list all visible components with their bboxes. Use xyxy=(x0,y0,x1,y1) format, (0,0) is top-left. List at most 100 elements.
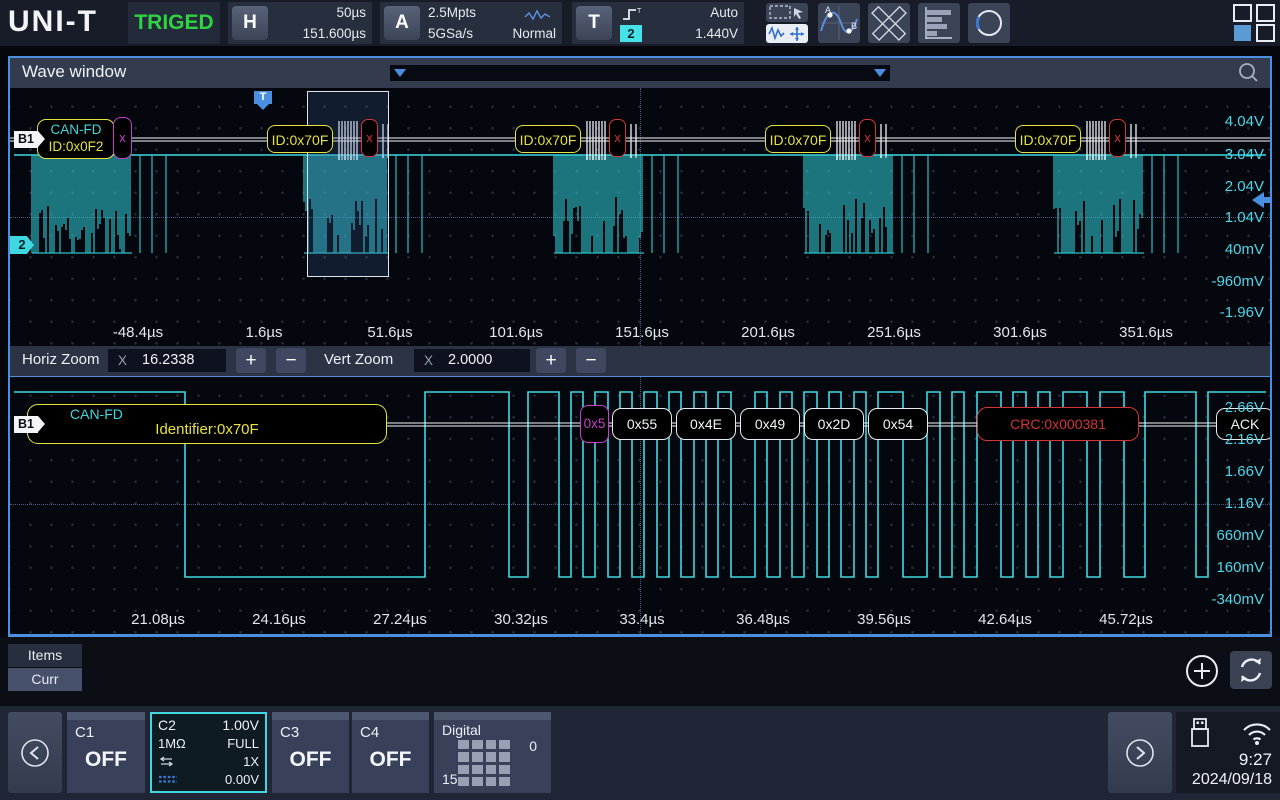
channel4-tile[interactable]: C4 OFF xyxy=(352,712,429,793)
vert-zoom-value: 2.0000 xyxy=(448,352,492,368)
trigger-button[interactable]: T xyxy=(576,6,612,40)
main-waveform-plot[interactable]: T B1 2 CAN-FD ID:0x0F2 x ID:0x70FxID:0x7… xyxy=(10,88,1270,346)
digital-channel-cell xyxy=(458,777,469,786)
vert-zoom-increase-button[interactable]: + xyxy=(536,348,566,373)
dropdown-arrow-icon xyxy=(394,69,406,77)
add-icon[interactable] xyxy=(1184,653,1220,689)
channel2-offset: 0.00V xyxy=(225,772,259,787)
zoom-waveform-plot[interactable]: B1 CAN-FD Identifier:0x70F 0x5 0x550x4E0… xyxy=(10,376,1270,635)
decode-error-flag: x xyxy=(1109,119,1126,157)
bandwidth-limit-icon xyxy=(158,775,178,784)
decode-identifier-frame: CAN-FD Identifier:0x70F xyxy=(27,404,387,444)
scroll-left-button[interactable] xyxy=(8,712,62,793)
bus1-badge: B1 xyxy=(14,416,38,433)
decode-frame-id: ID:0x70F xyxy=(267,125,333,153)
wave-window-header: Wave window xyxy=(10,58,1270,88)
channel-bar: C1 OFF C2 1.00V 1MΩ FULL 1X xyxy=(0,706,1280,800)
system-status-tile[interactable]: 9:27 2024/09/18 xyxy=(1176,712,1280,793)
digital-channel-cell xyxy=(499,752,510,761)
refresh-button[interactable] xyxy=(1230,651,1272,689)
zoom-region-indicator[interactable] xyxy=(307,91,389,277)
horiz-zoom-field[interactable]: X 16.2338 xyxy=(108,349,226,372)
decode-error-flag: x xyxy=(361,119,378,157)
wave-window: Wave window T B1 2 CAN-FD ID:0x0F2 xyxy=(8,56,1272,637)
time-scale-label: 21.08µs xyxy=(113,611,203,628)
channel1-tile[interactable]: C1 OFF xyxy=(67,712,145,793)
digital-channel-cell xyxy=(458,765,469,774)
voltage-scale-label: 2.04V xyxy=(1174,178,1264,195)
channel4-name: C4 xyxy=(360,724,379,741)
digital-channel-cell xyxy=(458,752,469,761)
zoom-out-icon[interactable] xyxy=(1236,61,1260,85)
channel1-name: C1 xyxy=(75,724,94,741)
digital-channel-cell xyxy=(458,740,469,749)
channel2-name: C2 xyxy=(158,717,176,733)
horizontal-button[interactable]: H xyxy=(232,6,268,40)
time-scale-label: 24.16µs xyxy=(234,611,324,628)
bus1-badge: B1 xyxy=(14,131,38,148)
statistics-tool[interactable] xyxy=(918,3,960,43)
time-scale-label: 351.6µs xyxy=(1101,324,1191,341)
window-layout-icon[interactable] xyxy=(1232,4,1276,42)
side-tabs: Items Curr xyxy=(8,644,82,692)
decode-frame-first: CAN-FD ID:0x0F2 xyxy=(37,119,115,159)
digital-tile[interactable]: Digital 0 15 xyxy=(434,712,551,793)
digital-channel-cell xyxy=(486,777,497,786)
time-scale-label: 201.6µs xyxy=(723,324,813,341)
acquire-mode-value: Normal xyxy=(512,26,556,41)
time-scale-label: 151.6µs xyxy=(597,324,687,341)
horiz-zoom-decrease-button[interactable]: − xyxy=(276,348,306,373)
trigger-position-marker[interactable]: T xyxy=(254,91,272,104)
digital-channel-cell xyxy=(499,740,510,749)
horiz-zoom-label: Horiz Zoom xyxy=(22,351,100,368)
vert-zoom-decrease-button[interactable]: − xyxy=(576,348,606,373)
curr-tab[interactable]: Curr xyxy=(8,668,82,691)
toolbar-strip: Items Curr xyxy=(0,637,1280,706)
decode-dlc-byte: 0x5 xyxy=(580,405,609,443)
channel2-tile[interactable]: C2 1.00V 1MΩ FULL 1X 0.00V xyxy=(150,712,267,793)
time-scale-label: 27.24µs xyxy=(355,611,445,628)
decode-data-byte: 0x4E xyxy=(676,408,736,440)
memory-depth-value: 2.5Mpts xyxy=(428,5,476,20)
channel1-state: OFF xyxy=(67,748,145,772)
digital-channel-cell xyxy=(499,777,510,786)
box-select-icon xyxy=(766,3,808,22)
chevron-right-icon xyxy=(1124,737,1156,769)
horizontal-section[interactable]: H 50µs 151.600µs xyxy=(228,2,372,44)
acquire-section[interactable]: A 2.5Mpts 5GSa/s Normal xyxy=(380,2,562,44)
vert-zoom-field[interactable]: X 2.0000 xyxy=(414,349,530,372)
voltage-scale-label: -340mV xyxy=(1174,591,1264,608)
time-scale-label: 36.48µs xyxy=(718,611,808,628)
cursor-ab-tool[interactable]: AB xyxy=(818,3,860,43)
digital-channel-cell xyxy=(486,740,497,749)
voltage-scale-label: 2.66V xyxy=(1174,399,1264,416)
horiz-zoom-increase-button[interactable]: + xyxy=(236,348,266,373)
decode-protocol-label: CAN-FD xyxy=(70,406,123,422)
refresh-icon xyxy=(1230,651,1272,689)
brand-logo: UNI-T xyxy=(8,5,98,39)
cursor-ab-icon: AB xyxy=(818,3,860,43)
decode-identifier-label: Identifier:0x70F xyxy=(28,421,386,438)
decode-protocol-label: CAN-FD xyxy=(38,120,114,139)
decode-data-byte: 0x54 xyxy=(868,408,928,440)
time-scale-label: 39.56µs xyxy=(839,611,929,628)
trigger-source-badge[interactable]: 2 xyxy=(620,25,642,42)
trigger-level-value: 1.440V xyxy=(695,26,738,41)
voltage-scale-label: 660mV xyxy=(1174,527,1264,544)
channel3-tile[interactable]: C3 OFF xyxy=(272,712,349,793)
decode-crc-label: CRC:0x000381 xyxy=(977,407,1139,441)
scroll-right-button[interactable] xyxy=(1108,712,1172,793)
acquire-button[interactable]: A xyxy=(384,6,420,40)
trigger-section[interactable]: T T 2 Auto 1.440V xyxy=(572,2,744,44)
box-select-tool[interactable] xyxy=(766,3,808,22)
search-tool[interactable] xyxy=(968,3,1010,43)
wave-drag-icon xyxy=(766,24,808,43)
items-tab[interactable]: Items xyxy=(8,644,82,667)
wave-drag-tool[interactable] xyxy=(766,24,808,43)
tile-tab xyxy=(272,712,349,720)
clock-time: 9:27 xyxy=(1239,750,1272,770)
wave-select-dropdown[interactable] xyxy=(390,65,890,81)
digital-channel-cell xyxy=(499,765,510,774)
timebase-value: 50µs xyxy=(336,5,366,20)
measure-tool[interactable] xyxy=(868,3,910,43)
